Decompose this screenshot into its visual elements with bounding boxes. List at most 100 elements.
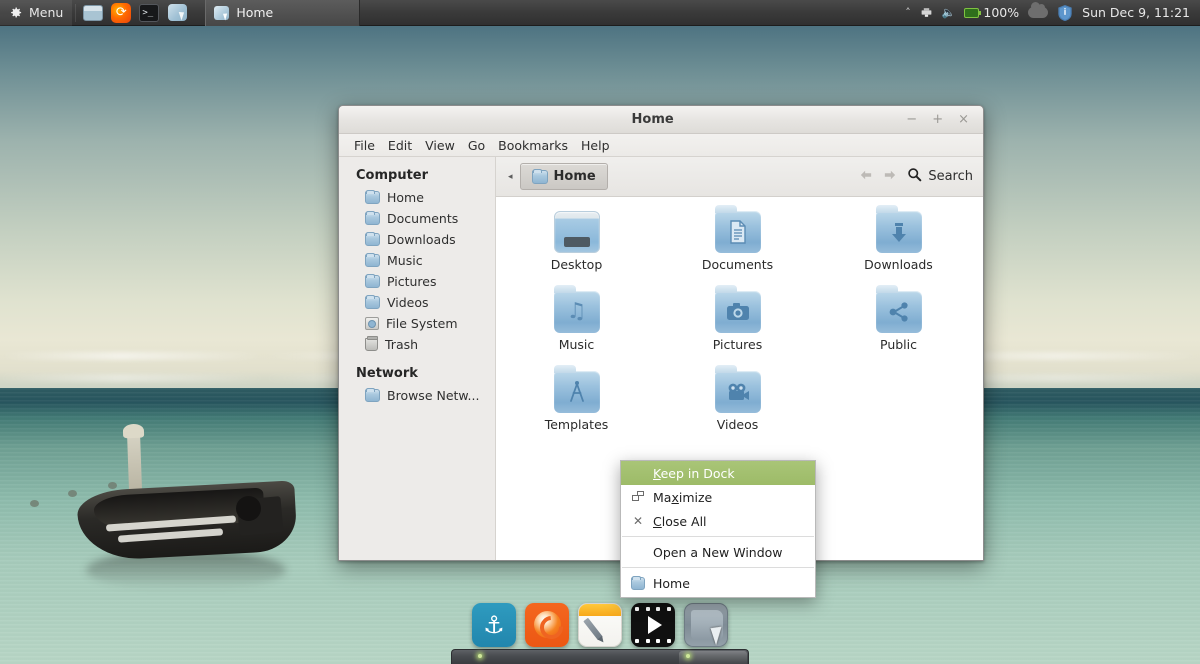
dock-item-text-editor[interactable] <box>578 602 622 647</box>
forward-arrow-icon[interactable] <box>883 169 897 185</box>
breadcrumb-label: Home <box>553 169 596 184</box>
cloud-icon[interactable] <box>1028 2 1049 18</box>
file-label: Documents <box>701 257 774 272</box>
downloads-folder-icon <box>875 205 922 253</box>
network-icon[interactable] <box>920 6 933 19</box>
sidebar-item-file-system[interactable]: File System <box>339 313 495 334</box>
file-item-videos[interactable]: Videos <box>657 365 818 449</box>
pictures-folder-icon <box>714 285 761 333</box>
desktop-folder-icon <box>553 211 600 253</box>
sidebar-item-label: Pictures <box>387 274 437 289</box>
window-titlebar[interactable]: Home − + × <box>339 106 983 134</box>
context-menu-label: Maximize <box>653 489 713 505</box>
battery-indicator[interactable]: 100% <box>964 5 1019 20</box>
top-panel: Menu ⟳ >_ Home ˄ 🔈 100% Sun Dec 9, 11:21 <box>0 0 1200 26</box>
context-menu-label: Open a New Window <box>653 544 783 560</box>
context-menu-item-close-all[interactable]: ✕ Close All <box>621 509 815 533</box>
volume-icon[interactable]: 🔈 <box>942 6 956 19</box>
sidebar-item-videos[interactable]: Videos <box>339 292 495 313</box>
task-button-label: Home <box>236 5 274 20</box>
path-previous-icon[interactable]: ◂ <box>504 172 520 182</box>
file-item-pictures[interactable]: Pictures <box>657 285 818 369</box>
gear-icon <box>8 5 23 20</box>
search-button[interactable]: Search <box>907 167 973 186</box>
sidebar-item-label: Trash <box>385 337 419 352</box>
trash-icon <box>365 336 378 351</box>
videos-folder-icon <box>714 365 761 413</box>
close-button[interactable]: × <box>958 113 969 126</box>
context-menu-item-maximize[interactable]: Maximize <box>621 485 815 509</box>
sidebar-item-label: Browse Netw... <box>387 388 480 403</box>
boat-mast <box>126 429 143 493</box>
play-icon <box>647 615 662 634</box>
file-item-public[interactable]: Public <box>818 285 979 369</box>
templates-folder-icon <box>553 365 600 413</box>
minimize-button[interactable]: − <box>906 113 917 126</box>
window-title: Home <box>631 112 674 127</box>
clock[interactable]: Sun Dec 9, 11:21 <box>1082 5 1190 20</box>
file-label: Videos <box>716 417 759 432</box>
chevron-up-icon[interactable]: ˄ <box>905 6 911 19</box>
public-folder-icon <box>875 285 922 333</box>
launcher-file-manager[interactable] <box>166 2 188 24</box>
maximize-button[interactable]: + <box>932 113 943 126</box>
dock-item-file-manager[interactable] <box>684 602 728 647</box>
file-item-templates[interactable]: Templates <box>496 365 657 449</box>
menu-edit[interactable]: Edit <box>382 136 418 155</box>
menu-view[interactable]: View <box>419 136 461 155</box>
context-menu-item-keep-in-dock[interactable]: Keep in Dock <box>621 461 815 485</box>
file-item-documents[interactable]: Documents <box>657 205 818 289</box>
video-camera-glyph <box>715 371 761 413</box>
battery-label: 100% <box>983 5 1020 20</box>
task-button-home[interactable]: Home <box>205 0 361 26</box>
context-menu-label: Keep in Dock <box>653 465 735 481</box>
file-label: Music <box>558 337 595 352</box>
file-item-desktop[interactable]: Desktop <box>496 209 657 289</box>
cursor-icon <box>710 624 727 645</box>
context-menu-label: Home <box>653 575 690 591</box>
shield-icon[interactable] <box>1057 4 1073 22</box>
dock-context-menu: Keep in Dock Maximize ✕ Close All Open a… <box>620 460 816 598</box>
file-label: Templates <box>544 417 609 432</box>
sidebar-item-trash[interactable]: Trash <box>339 334 495 355</box>
back-arrow-icon[interactable] <box>859 169 873 185</box>
folder-icon <box>365 232 380 246</box>
dock-item-firefox[interactable] <box>525 602 569 647</box>
file-item-downloads[interactable]: Downloads <box>818 205 979 289</box>
file-label: Public <box>880 337 917 352</box>
menu-file[interactable]: File <box>348 136 381 155</box>
search-icon <box>907 167 922 186</box>
menu-help[interactable]: Help <box>575 136 616 155</box>
dock-item-docky[interactable] <box>472 602 516 647</box>
dock-item-media-player[interactable] <box>631 602 675 647</box>
firefox-icon <box>533 611 561 639</box>
show-desktop-icon <box>83 4 104 21</box>
pencil-icon <box>583 617 603 640</box>
menu-button[interactable]: Menu <box>0 0 73 26</box>
context-menu-item-home[interactable]: Home <box>621 571 815 595</box>
menu-bookmarks[interactable]: Bookmarks <box>492 136 574 155</box>
launcher-terminal[interactable]: >_ <box>138 2 160 24</box>
menu-label: Menu <box>29 5 64 20</box>
file-item-music[interactable]: ♫ Music <box>496 285 657 369</box>
breadcrumb-home[interactable]: Home <box>519 163 608 190</box>
sidebar-item-music[interactable]: Music <box>339 250 495 271</box>
panel-separator <box>75 3 77 22</box>
folder-icon <box>365 295 380 309</box>
sidebar-item-downloads[interactable]: Downloads <box>339 229 495 250</box>
sidebar-item-browse-network[interactable]: Browse Netw... <box>339 385 495 406</box>
context-menu-item-open-new-window[interactable]: Open a New Window <box>621 540 815 564</box>
dock-bar[interactable] <box>451 648 749 664</box>
launcher-firefox[interactable]: ⟳ <box>110 2 132 24</box>
menu-go[interactable]: Go <box>462 136 491 155</box>
context-menu-separator <box>622 536 814 537</box>
share-glyph <box>876 291 922 333</box>
sidebar-item-pictures[interactable]: Pictures <box>339 271 495 292</box>
sidebar-item-label: Home <box>387 190 424 205</box>
file-label: Desktop <box>550 257 603 272</box>
buoy <box>68 490 77 497</box>
sidebar-item-documents[interactable]: Documents <box>339 208 495 229</box>
boat-wheel <box>236 496 261 521</box>
sidebar-item-home[interactable]: Home <box>339 187 495 208</box>
launcher-show-desktop[interactable] <box>82 2 104 24</box>
